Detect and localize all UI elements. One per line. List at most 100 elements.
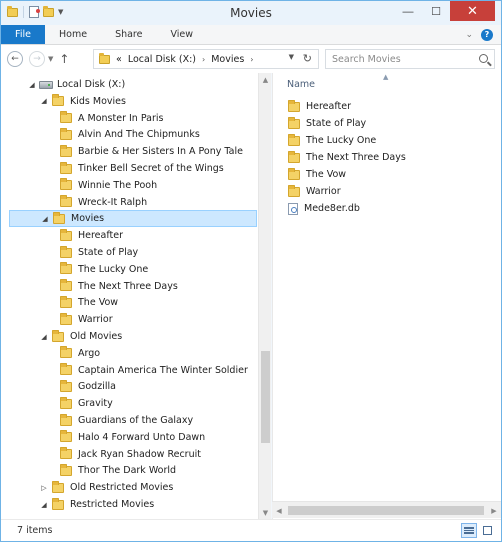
nav-pane-scrollbar[interactable]: ▲ ▼ xyxy=(258,73,271,519)
tree-item[interactable]: Captain America The Winter Soldier xyxy=(1,362,257,379)
file-name: The Next Three Days xyxy=(306,152,406,163)
tree-item[interactable]: Argo xyxy=(1,345,257,362)
explorer-window: ▼ Movies ― ☐ ✕ File Home Share View ⌄ ? … xyxy=(0,0,502,542)
column-header-label: Name xyxy=(287,79,316,90)
file-list-item[interactable]: Hereafter xyxy=(288,98,351,115)
folder-icon xyxy=(60,312,72,325)
minimize-button[interactable]: ― xyxy=(394,1,422,21)
drive-icon xyxy=(39,80,53,89)
scroll-up-icon[interactable]: ▲ xyxy=(259,73,272,86)
tree-item[interactable]: Winnie The Pooh xyxy=(1,177,257,194)
tree-item[interactable]: State of Play xyxy=(1,244,257,261)
column-header-name[interactable]: Name xyxy=(287,79,315,90)
scrollbar-thumb[interactable] xyxy=(261,351,270,443)
search-box[interactable] xyxy=(325,49,495,69)
folder-icon xyxy=(52,497,64,510)
file-list-item[interactable]: The Next Three Days xyxy=(288,149,406,166)
file-list-pane[interactable]: Name ▲ Hereafter State of Play The Lucky O… xyxy=(272,73,501,519)
tree-item[interactable]: ◢ Kids Movies xyxy=(1,93,257,110)
tree-item[interactable]: Hereafter xyxy=(1,227,257,244)
file-list-scrollbar[interactable]: ◀ ▶ xyxy=(272,501,501,518)
tree-item[interactable]: ◢ Local Disk (X:) xyxy=(1,76,257,93)
refresh-icon[interactable]: ↻ xyxy=(303,52,312,65)
breadcrumb-separator-icon[interactable]: › xyxy=(250,55,253,64)
large-icons-view-button[interactable] xyxy=(479,523,495,538)
scroll-down-icon[interactable]: ▼ xyxy=(259,506,272,519)
tree-item[interactable]: Barbie & Her Sisters In A Pony Tale xyxy=(1,143,257,160)
file-list-item[interactable]: The Vow xyxy=(288,166,346,183)
folder-icon xyxy=(60,447,72,460)
tree-item[interactable]: The Vow xyxy=(1,294,257,311)
expanded-chevron-icon[interactable]: ◢ xyxy=(39,97,49,105)
tree-item[interactable]: Godzilla xyxy=(1,378,257,395)
search-input[interactable] xyxy=(332,53,472,65)
tree-item[interactable]: The Next Three Days xyxy=(1,278,257,295)
expanded-chevron-icon[interactable]: ◢ xyxy=(39,501,49,509)
breadcrumb-local-disk[interactable]: Local Disk (X:) xyxy=(128,54,196,65)
tree-item-label: Hereafter xyxy=(78,230,124,242)
folder-icon xyxy=(60,430,72,443)
maximize-button[interactable]: ☐ xyxy=(422,1,450,21)
tree-item[interactable]: ◢ Movies xyxy=(9,210,257,228)
folder-icon xyxy=(60,413,72,426)
tree-item[interactable]: Jack Ryan Shadow Recruit xyxy=(1,446,257,463)
tab-home[interactable]: Home xyxy=(45,25,101,44)
tree-item[interactable]: ▷ Old Restricted Movies xyxy=(1,479,257,496)
tree-item-label: Old Movies xyxy=(70,331,123,342)
file-list-item[interactable]: Warrior xyxy=(288,183,341,200)
folder-icon xyxy=(52,94,64,107)
tree-item[interactable]: Gravity xyxy=(1,395,257,412)
file-list-item[interactable]: Mede8er.db xyxy=(288,200,360,217)
tree-item[interactable]: Guardians of the Galaxy xyxy=(1,412,257,429)
navigation-pane[interactable]: ◢ Local Disk (X:) ◢ Kids Movies A Monster In… xyxy=(1,73,271,519)
tree-item[interactable]: A Monster In Paris xyxy=(1,110,257,127)
tree-item[interactable]: Wreck-It Ralph xyxy=(1,194,257,211)
search-icon[interactable] xyxy=(479,54,488,63)
tree-item[interactable]: Tinker Bell Secret of the Wings xyxy=(1,160,257,177)
tree-item[interactable]: The Lucky One xyxy=(1,261,257,278)
expanded-chevron-icon[interactable]: ◢ xyxy=(39,333,49,341)
breadcrumb-movies[interactable]: Movies xyxy=(211,54,244,65)
file-list-item[interactable]: The Lucky One xyxy=(288,132,376,149)
close-button[interactable]: ✕ xyxy=(450,1,495,21)
tree-item-label: Winnie The Pooh xyxy=(78,179,158,191)
tree-item[interactable]: ◢ Old Movies xyxy=(1,328,257,345)
forward-button[interactable]: → xyxy=(29,51,45,67)
back-button[interactable]: ← xyxy=(7,51,23,67)
breadcrumb-overflow[interactable]: « xyxy=(116,54,122,65)
help-icon[interactable]: ? xyxy=(481,28,493,41)
scroll-left-icon[interactable]: ◀ xyxy=(272,502,286,519)
tree-item[interactable]: Warrior xyxy=(1,311,257,328)
expanded-chevron-icon[interactable]: ◢ xyxy=(40,215,50,223)
tab-share[interactable]: Share xyxy=(101,25,156,44)
expand-ribbon-icon[interactable]: ⌄ xyxy=(465,30,473,40)
collapsed-chevron-icon[interactable]: ▷ xyxy=(39,484,49,492)
tree-item[interactable]: Thor The Dark World xyxy=(1,462,257,479)
folder-icon xyxy=(60,279,72,292)
up-button[interactable]: ↑ xyxy=(59,52,69,66)
tree-item-label: The Next Three Days xyxy=(78,280,178,292)
tab-file[interactable]: File xyxy=(1,25,45,44)
expanded-chevron-icon[interactable]: ◢ xyxy=(27,81,37,89)
tab-view[interactable]: View xyxy=(156,25,207,44)
tree-item[interactable]: Alvin And The Chipmunks xyxy=(1,126,257,143)
tree-item-label: Movies xyxy=(71,213,105,225)
breadcrumb-separator-icon[interactable]: › xyxy=(202,55,205,64)
tree-item-label: Captain America The Winter Soldier xyxy=(78,364,248,376)
file-list-item[interactable]: State of Play xyxy=(288,115,366,132)
details-view-button[interactable] xyxy=(461,523,477,538)
address-bar[interactable]: « Local Disk (X:) › Movies › ▼ ↻ xyxy=(93,49,319,69)
folder-icon xyxy=(60,178,72,191)
tree-item[interactable]: ◢ Restricted Movies xyxy=(1,496,257,513)
folder-icon xyxy=(99,52,110,64)
details-view-icon xyxy=(464,527,474,529)
recent-locations-icon[interactable]: ▼ xyxy=(48,55,53,63)
file-name: The Lucky One xyxy=(306,135,377,146)
folder-icon xyxy=(288,150,300,163)
tree-item-label: Restricted Movies xyxy=(70,499,155,510)
scrollbar-thumb[interactable] xyxy=(288,506,484,515)
folder-icon xyxy=(288,116,300,129)
tree-item[interactable]: Halo 4 Forward Unto Dawn xyxy=(1,429,257,446)
address-dropdown-icon[interactable]: ▼ xyxy=(289,53,294,61)
scroll-right-icon[interactable]: ▶ xyxy=(487,502,501,519)
